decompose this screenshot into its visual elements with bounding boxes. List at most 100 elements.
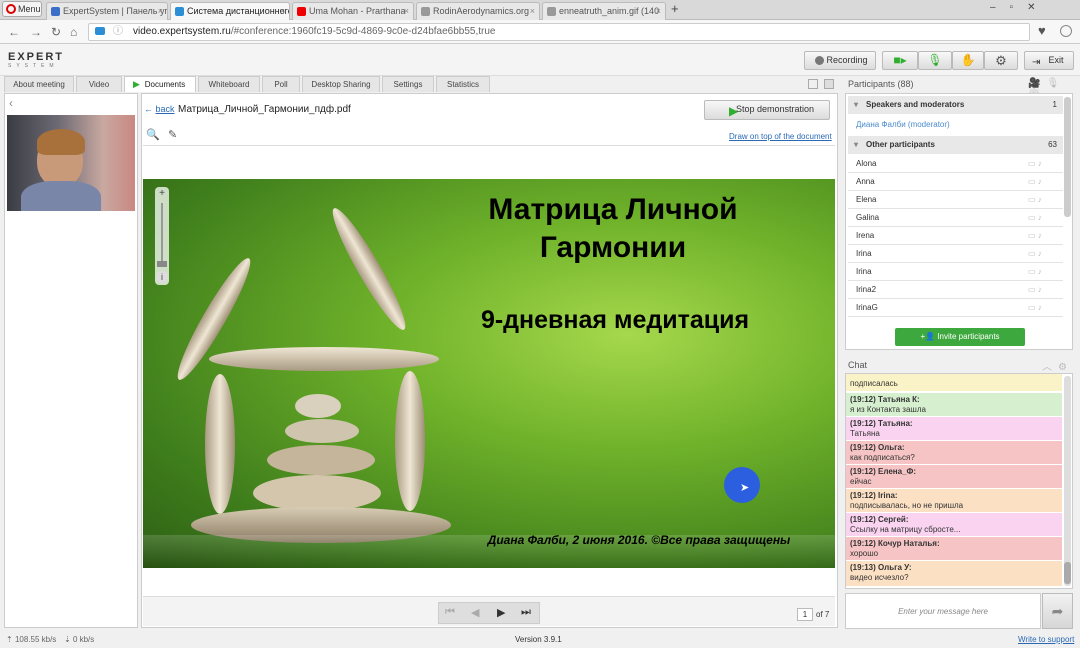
tab-documents[interactable]: ▶ Documents	[124, 76, 196, 92]
close-tab-icon[interactable]: ×	[656, 3, 661, 19]
camera-icon: ▭ ♪	[1028, 267, 1042, 276]
next-page-icon[interactable]: ▶	[497, 606, 505, 619]
bookmark-heart-icon[interactable]: ♥	[1038, 23, 1046, 38]
slide-title-line2: Гармонии	[539, 231, 687, 264]
close-tab-icon[interactable]: ×	[158, 3, 163, 19]
browser-tab-0[interactable]: ExpertSystem | Панель упр ×	[46, 2, 168, 20]
page-number-input[interactable]: 1	[797, 608, 813, 621]
forward-icon[interactable]: →	[30, 25, 42, 39]
browser-tab-4[interactable]: enneatruth_anim.gif (140 ×	[542, 2, 666, 20]
person-hair	[37, 129, 85, 155]
send-arrow-icon: ➦	[1051, 603, 1064, 619]
recording-button[interactable]: Recording	[804, 51, 876, 70]
cursor-icon: ➤	[740, 482, 750, 494]
speakers-section[interactable]: ▾ Speakers and moderators 1	[848, 96, 1063, 114]
microphone-toggle-button[interactable]: 🎙	[918, 51, 952, 70]
stop-demonstration-button[interactable]: ▶ Stop demonstration	[704, 100, 830, 120]
chat-message: (19:12) Ольга: как подписаться?	[846, 441, 1062, 465]
participant-row[interactable]: Elena ▭ ♪	[848, 191, 1063, 209]
prev-page-icon[interactable]: ◀	[471, 606, 479, 619]
app-version: Version 3.9.1	[515, 635, 562, 644]
write-to-support-link[interactable]: Write to support	[1018, 632, 1074, 648]
settings-button[interactable]: ⚙	[984, 51, 1018, 70]
page-total: of 7	[816, 610, 830, 619]
tab-about-meeting[interactable]: About meeting	[4, 76, 74, 92]
info-icon[interactable]: ⓘ	[113, 24, 123, 40]
browser-tab-bar: Menu ExpertSystem | Панель упр × Система …	[0, 0, 1080, 20]
new-tab-button[interactable]: +	[671, 1, 679, 16]
browser-menu-button[interactable]: Menu	[2, 1, 42, 17]
participant-row[interactable]: Irina ▭ ♪	[848, 263, 1063, 281]
participant-row[interactable]: Alona ▭ ♪	[848, 155, 1063, 173]
zoom-info-icon[interactable]: i	[156, 271, 168, 283]
participant-row[interactable]: Irina ▭ ♪	[848, 245, 1063, 263]
chat-scrollbar[interactable]	[1064, 376, 1071, 586]
opera-icon	[6, 4, 16, 14]
moderator-name[interactable]: Диана Фалби (moderator)	[856, 120, 950, 129]
zoom-tool-icon[interactable]: 🔍	[146, 128, 160, 141]
camera-icon: ▭ ♪	[1028, 303, 1042, 312]
camera-toggle-button[interactable]: ■▸	[882, 51, 918, 70]
last-page-icon[interactable]: ⏭	[521, 606, 531, 619]
fullscreen-icon[interactable]	[824, 79, 834, 89]
chat-message: (19:13) Ольга У: видео исчезло?	[846, 561, 1062, 587]
first-page-icon[interactable]: ⏮	[445, 606, 455, 619]
raise-hand-button[interactable]: ✋	[952, 51, 984, 70]
invite-participants-button[interactable]: +👤 Invite participants	[895, 328, 1025, 346]
exit-button[interactable]: ⇥ Exit	[1024, 51, 1074, 70]
zoom-slider[interactable]: + i	[155, 187, 169, 285]
exit-icon: ⇥	[1032, 57, 1041, 68]
pager-controls: ⏮ ◀ ▶ ⏭	[438, 602, 540, 624]
browser-tab-1[interactable]: Система дистанционного ×	[170, 2, 290, 20]
zoom-track[interactable]	[161, 203, 163, 265]
send-message-button[interactable]: ➦	[1042, 593, 1073, 629]
video-site-icon	[95, 27, 105, 35]
other-participants-section[interactable]: ▾ Other participants 63	[848, 136, 1063, 154]
participant-row[interactable]: IrinaG ▭ ♪	[848, 299, 1063, 317]
tab-poll[interactable]: Poll	[262, 76, 300, 92]
window-controls[interactable]: –▫✕	[990, 2, 1050, 13]
close-tab-icon[interactable]: ×	[404, 3, 409, 19]
zoom-handle[interactable]	[157, 261, 167, 267]
draw-on-document-link[interactable]: Draw on top of the document	[729, 132, 832, 141]
url-input[interactable]: ⓘ video.expertsystem.ru/#conference:1960…	[88, 23, 1030, 41]
camera-icon: ▭ ♪	[1028, 249, 1042, 258]
layout-icon[interactable]	[808, 79, 818, 89]
document-filename: Матрица_Личной_Гармонии_пдф.pdf	[178, 104, 351, 115]
participant-row[interactable]: Irina2 ▭ ♪	[848, 281, 1063, 299]
tab-statistics[interactable]: Statistics	[436, 76, 490, 92]
close-tab-icon[interactable]: ×	[530, 3, 535, 19]
collapse-left-icon[interactable]: ‹	[9, 96, 13, 110]
tab-desktop-sharing[interactable]: Desktop Sharing	[302, 76, 380, 92]
pen-tool-icon[interactable]: ✎	[168, 128, 177, 141]
tab-video[interactable]: Video	[76, 76, 122, 92]
favicon-icon	[51, 7, 60, 16]
reload-icon[interactable]: ↻	[51, 25, 61, 39]
browser-tab-3[interactable]: RodinAerodynamics.org ×	[416, 2, 540, 20]
participants-header: Participants (88)	[848, 79, 914, 89]
participant-row[interactable]: Anna ▭ ♪	[848, 173, 1063, 191]
back-link[interactable]: ← back	[144, 104, 175, 114]
participant-row[interactable]: Irena ▭ ♪	[848, 227, 1063, 245]
add-user-icon: +👤	[920, 332, 938, 341]
back-icon[interactable]: ←	[8, 25, 20, 39]
home-icon[interactable]: ⌂	[70, 25, 77, 39]
status-bar: ⇡ 108.55 kb/s ⇣ 0 kb/s Version 3.9.1 Wri…	[0, 632, 1080, 648]
participant-video[interactable]	[7, 115, 135, 211]
person-body	[21, 181, 101, 211]
chat-input[interactable]: Enter your message here	[845, 593, 1041, 629]
slide-subtitle: 9-дневная медитация	[480, 306, 750, 334]
browser-tab-2[interactable]: Uma Mohan - Prarthana ×	[292, 2, 414, 20]
zoom-in-icon[interactable]: +	[156, 188, 168, 200]
participant-row[interactable]: Galina ▭ ♪	[848, 209, 1063, 227]
stone-stack-4	[253, 475, 381, 511]
downloads-icon[interactable]	[1060, 25, 1072, 37]
chat-scroll-thumb[interactable]	[1064, 562, 1071, 584]
chat-toolbar-icons[interactable]: ︿⚙	[1042, 358, 1073, 373]
stone-pillar-left	[205, 374, 235, 514]
tab-whiteboard[interactable]: Whiteboard	[198, 76, 260, 92]
close-tab-icon[interactable]: ×	[280, 3, 285, 19]
tab-settings[interactable]: Settings	[382, 76, 434, 92]
camera-icon: ▭ ♪	[1028, 177, 1042, 186]
participants-scrollbar[interactable]	[1064, 97, 1071, 217]
